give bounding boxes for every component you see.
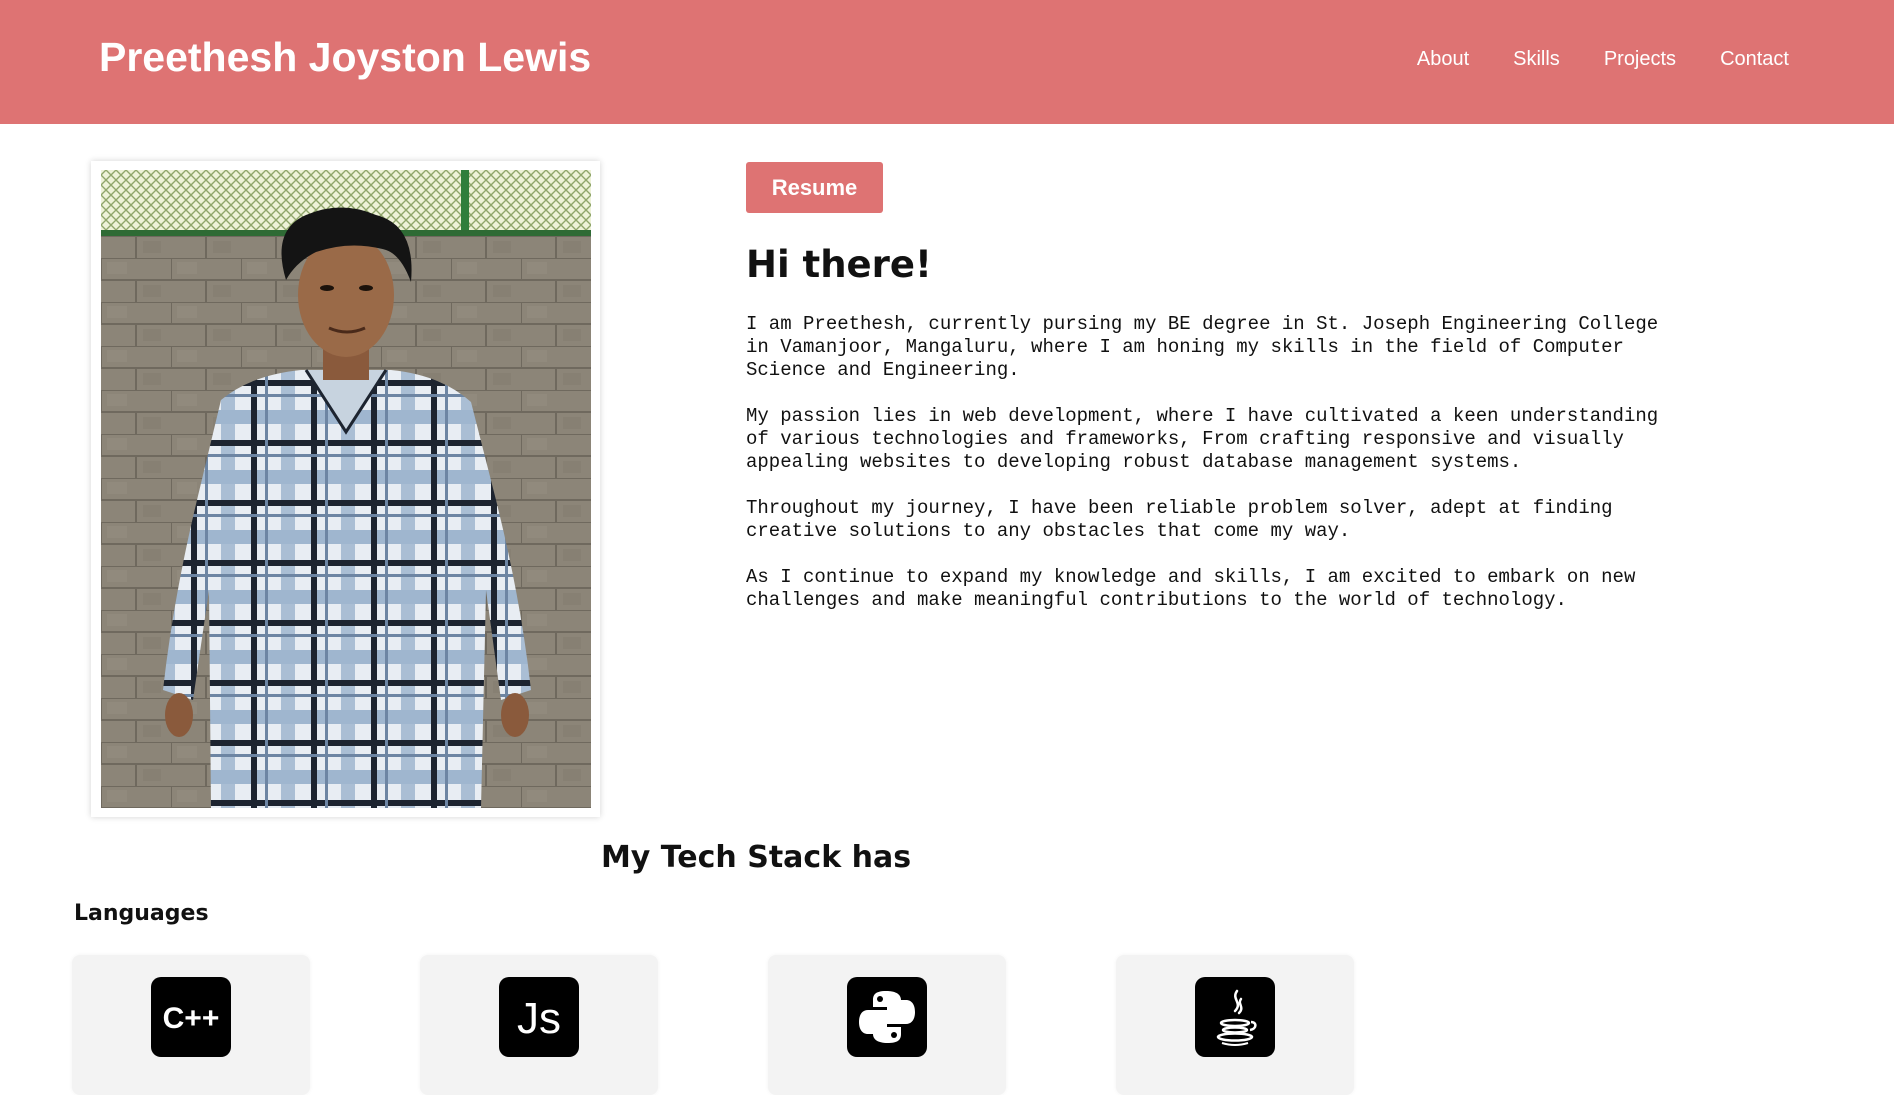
profile-photo xyxy=(101,170,591,808)
cpp-icon: C++ xyxy=(151,977,231,1057)
nav-skills[interactable]: Skills xyxy=(1513,48,1560,71)
nav-about[interactable]: About xyxy=(1417,48,1469,71)
languages-heading: Languages xyxy=(74,901,209,926)
bio-paragraph: As I continue to expand my knowledge and… xyxy=(746,566,1636,611)
language-card-java xyxy=(1116,955,1354,1095)
javascript-icon-text: Js xyxy=(517,994,561,1043)
resume-button[interactable]: Resume xyxy=(746,162,883,213)
bio-paragraph: Throughout my journey, I have been relia… xyxy=(746,497,1613,542)
main-nav: About Skills Projects Contact xyxy=(1417,48,1789,71)
tech-stack-heading: My Tech Stack has xyxy=(600,840,912,875)
bio-text: I am Preethesh, currently pursing my BE … xyxy=(746,313,1686,635)
language-card-python xyxy=(768,955,1006,1095)
bio-paragraph: My passion lies in web development, wher… xyxy=(746,405,1659,473)
language-card-javascript: Js xyxy=(420,955,658,1095)
python-icon xyxy=(847,977,927,1057)
nav-contact[interactable]: Contact xyxy=(1720,48,1789,71)
javascript-icon: Js xyxy=(499,977,579,1057)
bio-paragraph: I am Preethesh, currently pursing my BE … xyxy=(746,313,1659,381)
profile-photo-card xyxy=(91,161,600,817)
language-card-cpp: C++ xyxy=(72,955,310,1095)
nav-projects[interactable]: Projects xyxy=(1604,48,1676,71)
site-title: Preethesh Joyston Lewis xyxy=(99,34,592,80)
java-icon xyxy=(1195,977,1275,1057)
greeting-heading: Hi there! xyxy=(746,243,932,286)
cpp-icon-text: C++ xyxy=(163,1002,220,1035)
site-header: Preethesh Joyston Lewis About Skills Pro… xyxy=(0,0,1894,124)
